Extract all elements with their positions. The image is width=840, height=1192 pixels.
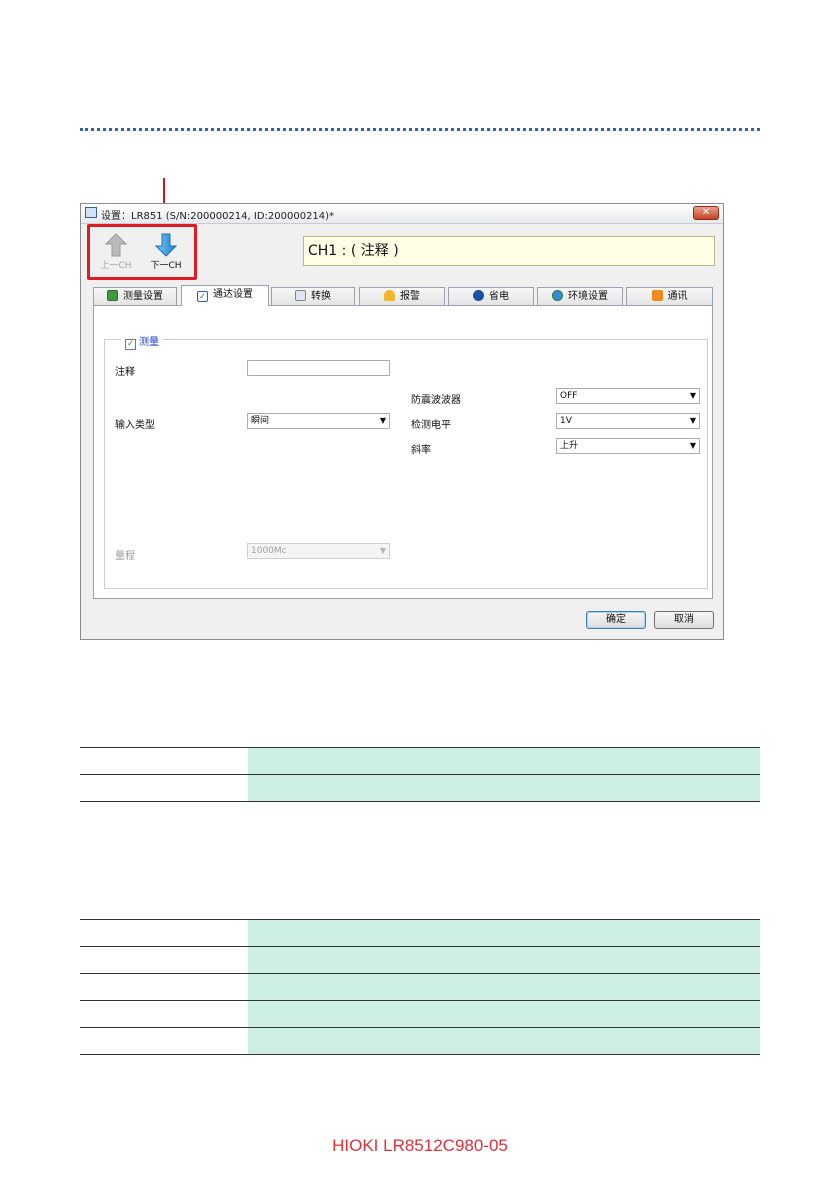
table-cell-value [248, 973, 760, 1001]
table-row [80, 1000, 760, 1028]
chevron-down-icon: ▼ [689, 391, 696, 400]
calculator-icon [295, 290, 306, 301]
page-footer: HIOKI LR8512C980-05 [332, 1136, 508, 1155]
measure-icon [107, 290, 118, 301]
table-row [80, 973, 760, 1001]
table-top [80, 747, 760, 802]
antichatter-label: 防震波波器 [411, 395, 461, 406]
slope-select[interactable]: 上升 ▼ [556, 438, 700, 454]
table-row [80, 919, 760, 947]
table-cell-key [80, 919, 248, 947]
globe-icon [552, 290, 563, 301]
window-title: 设置：LR851 (S/N:200000214, ID:200000214)* [101, 211, 335, 222]
channel-name-display: CH1 : ( 注释 ) [303, 236, 715, 266]
table-row [80, 774, 760, 802]
measurement-group-label: 测量 [139, 337, 159, 348]
table-cell-key [80, 973, 248, 1001]
table-row [80, 946, 760, 974]
input-type-select[interactable]: 瞬间 ▼ [247, 413, 390, 429]
tab-channel-settings[interactable]: ✓ 通达设置 [181, 285, 269, 306]
antichatter-select[interactable]: OFF ▼ [556, 388, 700, 404]
range-select: 1000Mc ▼ [247, 543, 390, 559]
range-label: 量程 [115, 551, 135, 562]
tab-power-saving[interactable]: 省电 [448, 287, 534, 305]
bluetooth-icon [473, 290, 484, 301]
tab-label: 通达设置 [213, 289, 253, 300]
chevron-down-icon: ▼ [689, 441, 696, 450]
tab-conversion[interactable]: 转换 [271, 287, 355, 305]
check-settings-icon: ✓ [197, 291, 208, 302]
section-divider [80, 128, 760, 131]
antichatter-value: OFF [560, 391, 578, 401]
tab-communication[interactable]: 通讯 [626, 287, 713, 305]
input-type-label: 输入类型 [115, 420, 155, 431]
comment-input[interactable] [247, 360, 390, 376]
tab-label: 环境设置 [568, 291, 608, 302]
bell-icon [384, 290, 395, 301]
table-cell-key [80, 774, 248, 802]
rss-icon [651, 290, 663, 301]
slope-value: 上升 [560, 441, 579, 451]
tab-environment-settings[interactable]: 环境设置 [537, 287, 623, 305]
tab-label: 通讯 [667, 291, 688, 302]
prev-channel-label: 上一CH [100, 261, 132, 271]
table-cell-value [248, 1000, 760, 1028]
close-button[interactable]: ✕ [693, 206, 719, 220]
detect-level-value: 1V [560, 416, 572, 426]
settings-window: 设置：LR851 (S/N:200000214, ID:200000214)* … [80, 203, 724, 640]
comment-label: 注释 [115, 367, 135, 378]
table-cell-key [80, 747, 248, 775]
next-channel-button[interactable]: 下一CH [144, 233, 188, 277]
slope-label: 斜率 [411, 445, 431, 456]
input-type-value: 瞬间 [251, 416, 270, 426]
cancel-button[interactable]: 取消 [654, 611, 714, 629]
arrow-up-icon [105, 233, 127, 257]
table-cell-key [80, 946, 248, 974]
table-row [80, 747, 760, 775]
table-cell-key [80, 1027, 248, 1055]
ok-button[interactable]: 确定 [586, 611, 646, 629]
range-value: 1000Mc [251, 546, 287, 556]
tab-label: 转换 [311, 291, 331, 302]
chevron-down-icon: ▼ [689, 416, 696, 425]
detect-level-select[interactable]: 1V ▼ [556, 413, 700, 429]
chevron-down-icon: ▼ [379, 416, 386, 425]
tab-label: 测量设置 [123, 291, 163, 302]
table-cell-value [248, 946, 760, 974]
app-icon [85, 207, 97, 218]
tab-alarm[interactable]: 报警 [359, 287, 445, 305]
tab-label: 省电 [489, 291, 509, 302]
table-cell-value [248, 774, 760, 802]
tab-bar: 测量设置 ✓ 通达设置 转换 报警 省电 环境设置 通讯 [93, 285, 713, 306]
table-cell-value [248, 919, 760, 947]
chevron-down-icon: ▼ [379, 546, 386, 555]
table-cell-value [248, 1027, 760, 1055]
measurement-group: ✓ 测量 注释 防震波波器 OFF ▼ 输入类型 瞬间 ▼ 检测电平 1V ▼ 斜… [104, 333, 708, 589]
title-bar[interactable]: 设置：LR851 (S/N:200000214, ID:200000214)* … [81, 204, 723, 224]
table-bottom [80, 919, 760, 1055]
table-cell-value [248, 747, 760, 775]
table-cell-key [80, 1000, 248, 1028]
channel-nav-highlight: 上一CH 下一CH [87, 224, 197, 280]
next-channel-label: 下一CH [150, 261, 182, 271]
table-row [80, 1027, 760, 1055]
detect-level-label: 检测电平 [411, 420, 451, 431]
tab-panel: ✓ 测量 注释 防震波波器 OFF ▼ 输入类型 瞬间 ▼ 检测电平 1V ▼ 斜… [93, 305, 713, 599]
prev-channel-button[interactable]: 上一CH [94, 233, 138, 277]
tab-label: 报警 [400, 291, 420, 302]
arrow-down-icon [155, 233, 177, 257]
measurement-checkbox[interactable]: ✓ [125, 339, 136, 350]
tab-measure-settings[interactable]: 测量设置 [93, 287, 177, 305]
measurement-group-header[interactable]: ✓ 测量 [121, 333, 163, 350]
